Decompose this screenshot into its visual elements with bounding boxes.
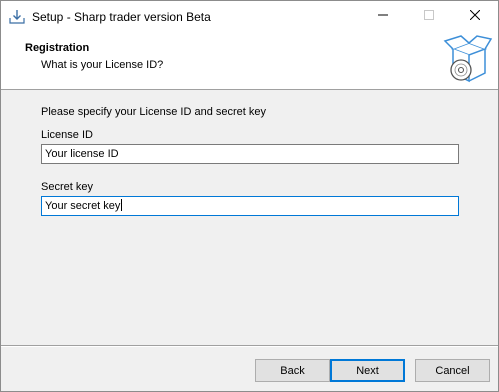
license-id-input[interactable]: Your license ID bbox=[41, 144, 459, 164]
setup-window: Setup - Sharp trader version Beta Regist… bbox=[0, 0, 499, 392]
maximize-button[interactable] bbox=[406, 1, 452, 32]
wizard-header: Registration What is your License ID? bbox=[1, 32, 498, 90]
next-button[interactable]: Next bbox=[330, 359, 405, 382]
minimize-icon bbox=[378, 10, 388, 23]
title-bar[interactable]: Setup - Sharp trader version Beta bbox=[1, 1, 498, 32]
text-caret bbox=[121, 199, 123, 211]
maximize-icon bbox=[424, 10, 434, 23]
wizard-body: Please specify your License ID and secre… bbox=[1, 91, 498, 335]
page-title: Registration bbox=[25, 42, 90, 54]
software-box-cd-icon bbox=[439, 33, 495, 89]
back-button[interactable]: Back bbox=[255, 359, 330, 382]
close-icon bbox=[469, 9, 481, 23]
license-id-value: Your license ID bbox=[45, 148, 119, 160]
license-id-label: License ID bbox=[41, 129, 93, 141]
cancel-button[interactable]: Cancel bbox=[415, 359, 490, 382]
window-title: Setup - Sharp trader version Beta bbox=[32, 10, 211, 24]
secret-key-label: Secret key bbox=[41, 181, 93, 193]
secret-key-input[interactable]: Your secret key bbox=[41, 196, 459, 216]
minimize-button[interactable] bbox=[360, 1, 406, 32]
close-button[interactable] bbox=[452, 1, 498, 32]
page-subtitle: What is your License ID? bbox=[41, 59, 164, 71]
footer-separator bbox=[1, 345, 498, 347]
secret-key-value: Your secret key bbox=[45, 200, 121, 212]
install-download-icon bbox=[9, 9, 25, 25]
instruction-text: Please specify your License ID and secre… bbox=[41, 106, 267, 118]
